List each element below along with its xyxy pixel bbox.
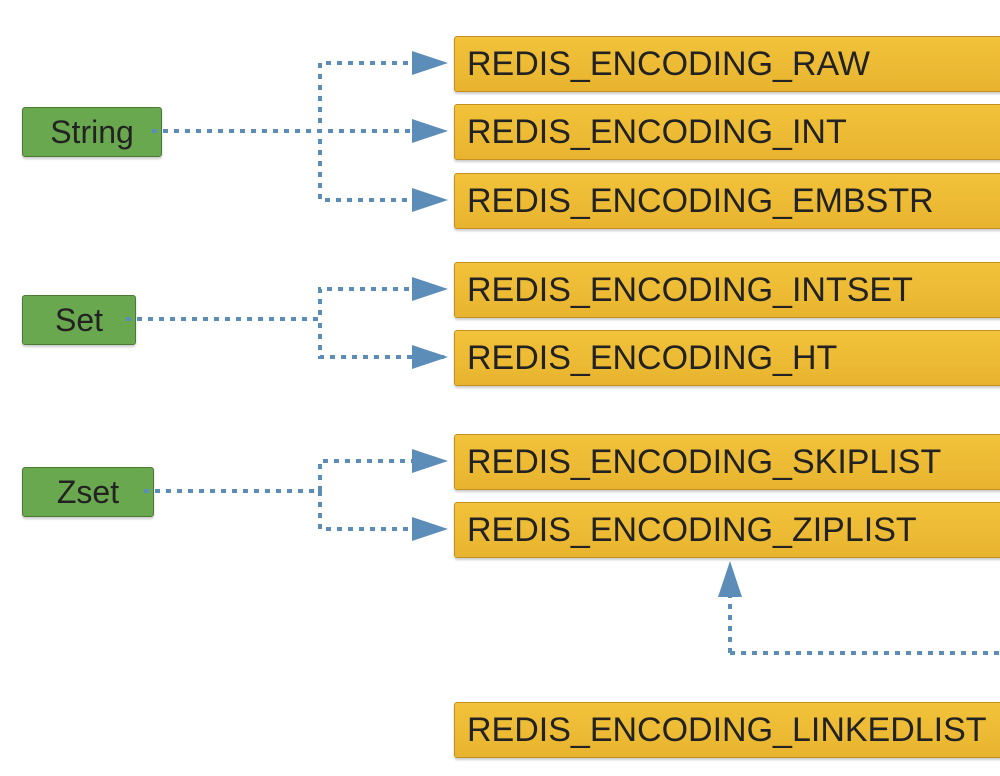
encoding-linkedlist: REDIS_ENCODING_LINKEDLIST	[454, 702, 1000, 758]
encoding-label: REDIS_ENCODING_INT	[467, 113, 847, 152]
encoding-skiplist: REDIS_ENCODING_SKIPLIST	[454, 434, 1000, 490]
encoding-embstr: REDIS_ENCODING_EMBSTR	[454, 173, 1000, 229]
encoding-label: REDIS_ENCODING_INTSET	[467, 271, 913, 310]
encoding-intset: REDIS_ENCODING_INTSET	[454, 262, 1000, 318]
type-zset: Zset	[22, 467, 154, 517]
encoding-label: REDIS_ENCODING_HT	[467, 339, 837, 378]
type-label: Set	[55, 302, 103, 339]
encoding-label: REDIS_ENCODING_SKIPLIST	[467, 443, 941, 482]
encoding-label: REDIS_ENCODING_EMBSTR	[467, 182, 934, 221]
encoding-label: REDIS_ENCODING_RAW	[467, 45, 870, 84]
encoding-ht: REDIS_ENCODING_HT	[454, 330, 1000, 386]
type-set: Set	[22, 295, 136, 345]
encoding-ziplist: REDIS_ENCODING_ZIPLIST	[454, 502, 1000, 558]
type-string: String	[22, 107, 162, 157]
encoding-label: REDIS_ENCODING_LINKEDLIST	[467, 711, 987, 750]
type-label: Zset	[57, 474, 119, 511]
encoding-label: REDIS_ENCODING_ZIPLIST	[467, 511, 917, 550]
encoding-int: REDIS_ENCODING_INT	[454, 104, 1000, 160]
encoding-raw: REDIS_ENCODING_RAW	[454, 36, 1000, 92]
type-label: String	[50, 114, 134, 151]
